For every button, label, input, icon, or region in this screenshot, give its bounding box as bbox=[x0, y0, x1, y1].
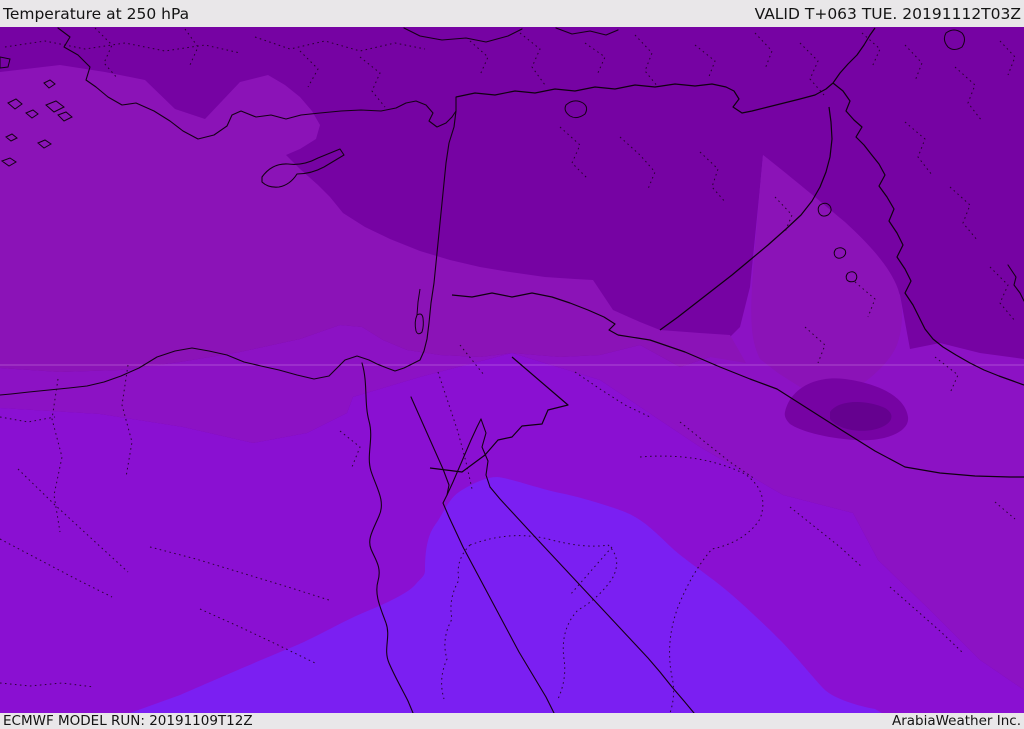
temperature-map bbox=[0, 27, 1024, 713]
footer-bar: ECMWF MODEL RUN: 20191109T12Z ArabiaWeat… bbox=[0, 713, 1024, 729]
model-run-label: ECMWF MODEL RUN: 20191109T12Z bbox=[3, 713, 253, 729]
header-bar: Temperature at 250 hPa VALID T+063 TUE. … bbox=[0, 0, 1024, 27]
valid-time-label: VALID T+063 TUE. 20191112T03Z bbox=[754, 4, 1021, 23]
temperature-shading bbox=[0, 27, 1024, 713]
weather-map-app: Temperature at 250 hPa VALID T+063 TUE. … bbox=[0, 0, 1024, 729]
credit-label: ArabiaWeather Inc. bbox=[891, 713, 1021, 729]
page-title: Temperature at 250 hPa bbox=[3, 4, 190, 23]
map-canvas bbox=[0, 27, 1024, 713]
